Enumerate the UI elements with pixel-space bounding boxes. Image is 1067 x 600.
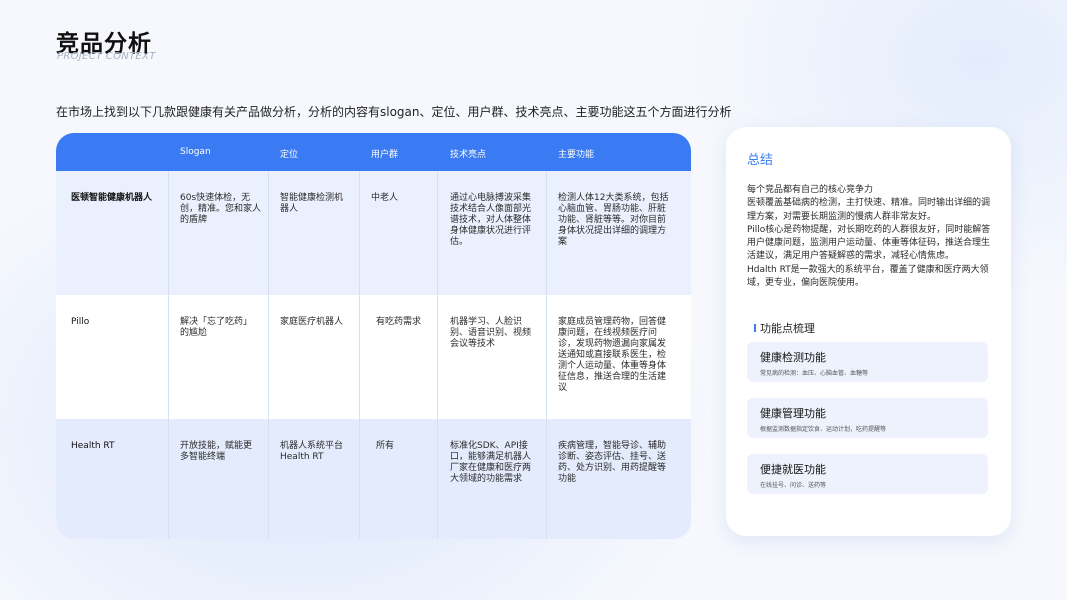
- feature-desc: 在线挂号、问诊、送药等: [760, 482, 827, 489]
- product-position: 智能健康检测机器人: [280, 193, 344, 214]
- product-tech: 标准化SDK、API接口，能够满足机器人厂家在健康和医疗两大领域的功能需求: [450, 441, 532, 484]
- feature-card: 便捷就医功能 在线挂号、问诊、送药等: [747, 454, 988, 494]
- header-users: 用户群: [371, 150, 399, 160]
- column-divider: [168, 171, 169, 539]
- product-name: 医顿智能健康机器人: [71, 193, 153, 203]
- table-row: Health RT 开放技能，赋能更多智能终端 机器人系统平台 Health R…: [56, 419, 691, 539]
- comparison-table: Slogan 定位 用户群 技术亮点 主要功能 医顿智能健康机器人 60s快速体…: [56, 133, 691, 539]
- feature-heading-label: 功能点梳理: [760, 322, 815, 335]
- feature-title: 便捷就医功能: [760, 463, 826, 476]
- feature-heading: 功能点梳理: [754, 320, 815, 336]
- summary-line: 医顿覆盖基础病的检测，主打快速、精准。同时输出详细的调理方案，对需要长期监测的慢…: [747, 198, 991, 222]
- product-tech: 机器学习、人脸识别、语音识别、视频会议等技术: [450, 317, 532, 349]
- product-name: Pillo: [71, 317, 90, 327]
- page-subtitle: PROJECT CONTEXT: [57, 51, 156, 62]
- header-features: 主要功能: [558, 150, 595, 160]
- feature-title: 健康检测功能: [760, 351, 826, 364]
- header-position: 定位: [280, 150, 299, 160]
- column-divider: [546, 171, 547, 539]
- product-users: 有吃药需求: [376, 317, 422, 327]
- product-name: Health RT: [71, 441, 115, 451]
- feature-card: 健康管理功能 根据监测数据指定饮食、运动计划，吃药提醒等: [747, 398, 988, 438]
- intro-text: 在市场上找到以下几款跟健康有关产品做分析，分析的内容有slogan、定位、用户群…: [56, 105, 732, 119]
- summary-line: Pillo核心是药物提醒，对长期吃药的人群很友好，同时能解答用户健康问题，监测用…: [747, 224, 991, 262]
- feature-card: 健康检测功能 常见病的检测：血压、心脑血管、血糖等: [747, 342, 988, 382]
- feature-desc: 根据监测数据指定饮食、运动计划，吃药提醒等: [760, 426, 887, 433]
- column-divider: [268, 171, 269, 539]
- product-position: 家庭医疗机器人: [280, 317, 344, 327]
- product-position: 机器人系统平台 Health RT: [280, 441, 344, 462]
- column-divider: [437, 171, 438, 539]
- header-tech: 技术亮点: [450, 150, 487, 160]
- product-slogan: 60s快速体检，无创，精准。您和家人的盾牌: [180, 193, 262, 225]
- feature-title: 健康管理功能: [760, 407, 826, 420]
- product-slogan: 开放技能，赋能更多智能终端: [180, 441, 253, 462]
- table-row: Pillo 解决「忘了吃药」的尴尬 家庭医疗机器人 有吃药需求 机器学习、人脸识…: [56, 295, 691, 419]
- summary-card: 总结 每个竞品都有自己的核心竞争力 医顿覆盖基础病的检测，主打快速、精准。同时输…: [726, 127, 1011, 536]
- product-slogan: 解决「忘了吃药」的尴尬: [180, 317, 253, 338]
- column-divider: [359, 171, 360, 539]
- product-features: 检测人体12大类系统，包括心脑血管、胃肠功能、肝脏功能、肾脏等等。对你目前身体状…: [558, 193, 669, 247]
- summary-line: 每个竞品都有自己的核心竞争力: [747, 185, 874, 195]
- summary-title: 总结: [747, 153, 774, 168]
- table-header: Slogan 定位 用户群 技术亮点 主要功能: [56, 133, 691, 171]
- summary-line: Hdalth RT是一款强大的系统平台，覆盖了健康和医疗两大领域，更专业，偏向医…: [747, 264, 989, 289]
- table-row: 医顿智能健康机器人 60s快速体检，无创，精准。您和家人的盾牌 智能健康检测机器…: [56, 171, 691, 295]
- product-tech: 通过心电脉搏波采集技术结合人像面部光谱技术，对人体整体身体健康状况进行评估。: [450, 193, 532, 247]
- product-users: 中老人: [371, 193, 399, 203]
- product-features: 疾病管理，智能导诊、辅助诊断、姿态评估、挂号、送药、处方识别、用药提醒等功能: [558, 441, 667, 484]
- feature-desc: 常见病的检测：血压、心脑血管、血糖等: [760, 370, 869, 377]
- summary-text: 每个竞品都有自己的核心竞争力 医顿覆盖基础病的检测，主打快速、精准。同时输出详细…: [747, 184, 992, 290]
- product-users: 所有: [376, 441, 395, 451]
- header-slogan: Slogan: [180, 147, 211, 157]
- product-features: 家庭成员管理药物，回答健康问题，在线视频医疗问诊，发现药物遗漏向家属发送通知或直…: [558, 317, 667, 393]
